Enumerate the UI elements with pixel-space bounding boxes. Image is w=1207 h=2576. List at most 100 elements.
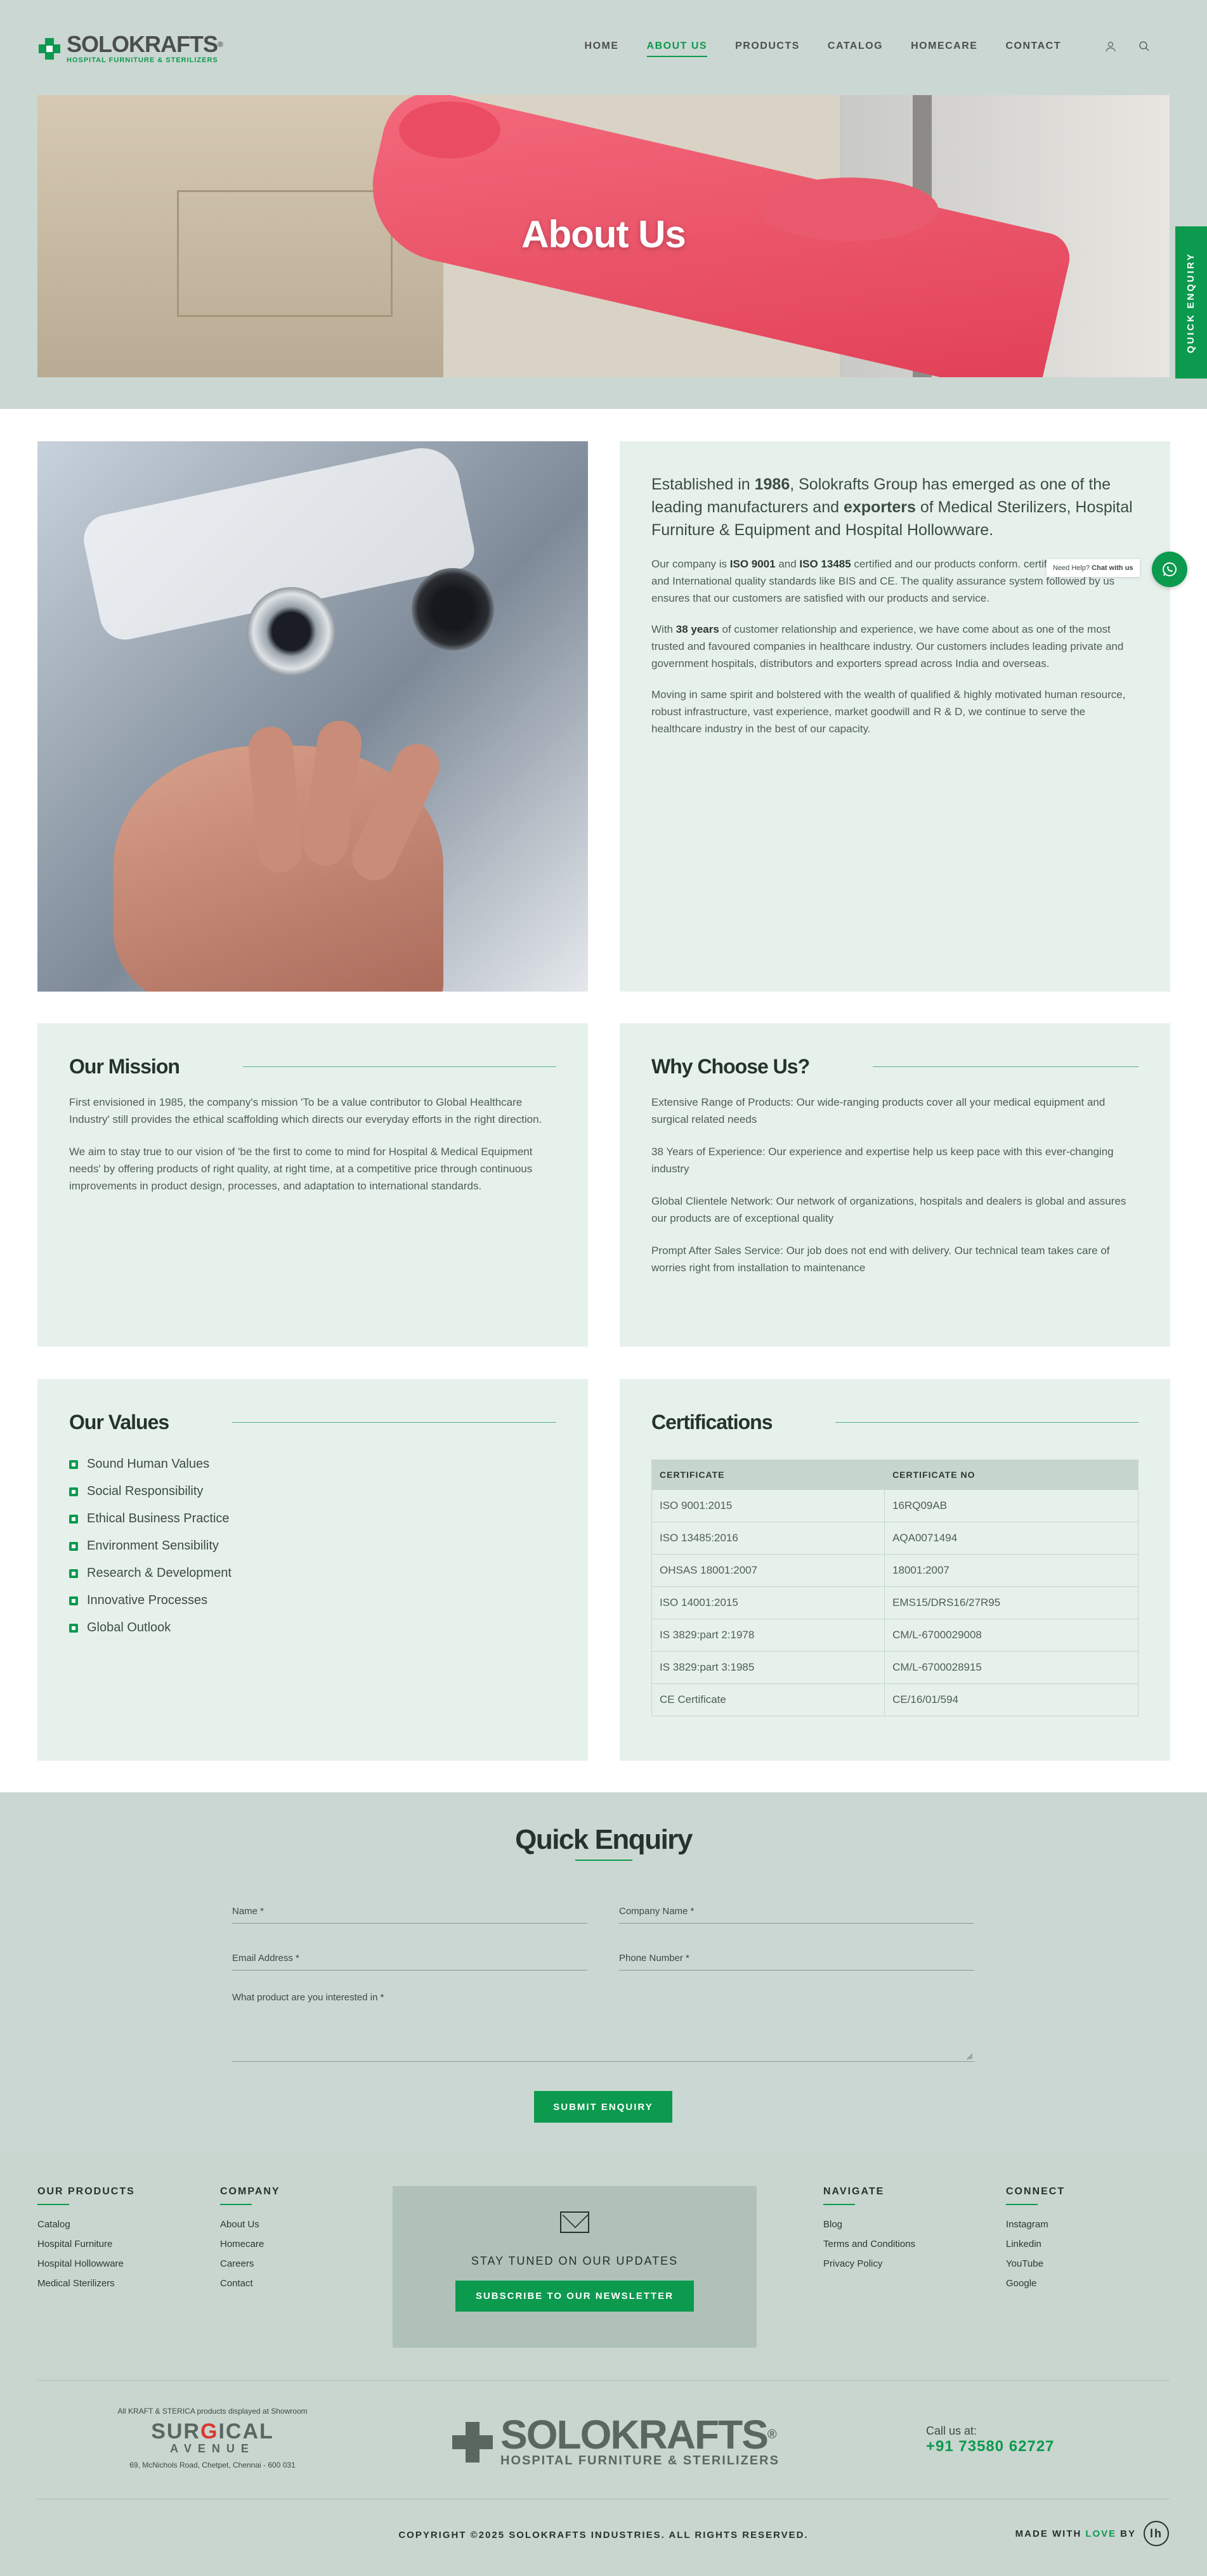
value-item: Global Outlook: [69, 1621, 556, 1635]
footer-company: COMPANY About Us Homecare Careers Contac…: [220, 2186, 280, 2289]
nav-contact[interactable]: CONTACT: [1005, 41, 1061, 57]
footer-link[interactable]: Instagram: [1006, 2219, 1065, 2230]
surgical-avenue-showroom: All KRAFT & STERICA products displayed a…: [111, 2407, 314, 2469]
table-row: IS 3829:part 2:1978 CM/L-6700029008: [651, 1619, 1138, 1652]
table-row: IS 3829:part 3:1985 CM/L-6700028915: [651, 1651, 1138, 1684]
resize-handle-icon[interactable]: [965, 2052, 973, 2060]
footer-brand-logo[interactable]: SOLOKRAFTS® HOSPITAL FURNITURE & STERILI…: [452, 2414, 780, 2468]
showroom-note: All KRAFT & STERICA products displayed a…: [117, 2407, 308, 2416]
mission-title: Our Mission: [69, 1055, 180, 1078]
certifications-title: Certifications: [651, 1411, 773, 1434]
quick-enquiry-tab[interactable]: QUICK ENQUIRY: [1175, 226, 1207, 379]
footer-link[interactable]: Privacy Policy: [823, 2258, 915, 2269]
values-list: Sound Human Values Social Responsibility…: [69, 1457, 556, 1635]
enquiry-title: Quick Enquiry: [0, 1824, 1207, 1861]
intro-paragraph-3: Moving in same spirit and bolstered with…: [651, 689, 1126, 735]
logo-cross-icon: [37, 37, 62, 61]
nav-homecare[interactable]: HOMECARE: [911, 41, 977, 57]
footer: OUR PRODUCTS Catalog Hospital Furniture …: [0, 2153, 1207, 2576]
name-field[interactable]: Name *: [232, 1906, 587, 1924]
mission-paragraph-2: We aim to stay true to our vision of 'be…: [69, 1146, 533, 1192]
about-image: [37, 441, 588, 992]
bullet-icon: [69, 1569, 78, 1578]
footer-link[interactable]: Catalog: [37, 2219, 135, 2230]
value-item: Environment Sensibility: [69, 1539, 556, 1553]
value-item: Sound Human Values: [69, 1457, 556, 1472]
mission-card: Our Mission First envisioned in 1985, th…: [37, 1023, 588, 1347]
site-logo[interactable]: SOLOKRAFTS® HOSPITAL FURNITURE & STERILI…: [37, 33, 223, 64]
footer-link[interactable]: Linkedin: [1006, 2239, 1065, 2249]
footer-link[interactable]: Careers: [220, 2258, 280, 2269]
footer-navigate: NAVIGATE Blog Terms and Conditions Priva…: [823, 2186, 916, 2269]
page-title: About Us: [521, 213, 686, 256]
nav-catalog[interactable]: CATALOG: [828, 41, 883, 57]
user-icon[interactable]: [1104, 39, 1118, 53]
footer-link[interactable]: Homecare: [220, 2239, 280, 2249]
whatsapp-label[interactable]: Need Help? Chat with us: [1047, 559, 1140, 577]
call-us: Call us at: +91 73580 62727: [926, 2424, 1055, 2455]
phone-field[interactable]: Phone Number *: [619, 1953, 974, 1971]
bullet-icon: [69, 1596, 78, 1605]
subscribe-newsletter-button[interactable]: SUBSCRIBE TO OUR NEWSLETTER: [455, 2281, 695, 2312]
bullet-icon: [69, 1487, 78, 1496]
table-row: ISO 9001:2015 16RQ09AB: [651, 1489, 1138, 1522]
values-card: Our Values Sound Human Values Social Res…: [37, 1379, 588, 1761]
agency-logo-icon[interactable]: lh: [1144, 2521, 1169, 2546]
value-item: Social Responsibility: [69, 1484, 556, 1499]
title-divider: [873, 1066, 1138, 1067]
newsletter-box: STAY TUNED ON OUR UPDATES SUBSCRIBE TO O…: [393, 2186, 757, 2348]
nav-about-us[interactable]: ABOUT US: [646, 41, 708, 57]
footer-link[interactable]: Terms and Conditions: [823, 2239, 915, 2249]
footer-link[interactable]: Hospital Hollowware: [37, 2258, 135, 2269]
table-row: ISO 13485:2016 AQA0071494: [651, 1522, 1138, 1555]
footer-link[interactable]: Google: [1006, 2278, 1065, 2289]
title-divider: [242, 1066, 556, 1067]
logo-reg: ®: [218, 40, 223, 49]
logo-name: SOLOKRAFTS: [67, 31, 218, 57]
footer-link[interactable]: Contact: [220, 2278, 280, 2289]
footer-connect: CONNECT Instagram Linkedin YouTube Googl…: [1006, 2186, 1066, 2289]
why-choose-card: Why Choose Us? Extensive Range of Produc…: [620, 1023, 1170, 1347]
phone-number-link[interactable]: +91 73580 62727: [926, 2438, 1055, 2455]
made-with-love: MADE WITH LOVE BY lh: [1015, 2521, 1169, 2546]
search-icon[interactable]: [1137, 39, 1151, 53]
product-interest-textarea[interactable]: What product are you interested in *: [232, 1992, 974, 2062]
email-field[interactable]: Email Address *: [232, 1953, 587, 1971]
bullet-icon: [69, 1514, 78, 1524]
intro-card: Established in 1986, Solokrafts Group ha…: [620, 441, 1170, 992]
showroom-logo[interactable]: SURGICAL: [111, 2421, 314, 2442]
why-item: Prompt After Sales Service: Our job does…: [651, 1245, 1110, 1274]
footer-link[interactable]: Blog: [823, 2219, 915, 2230]
whatsapp-icon[interactable]: [1152, 552, 1187, 587]
newsletter-title: STAY TUNED ON OUR UPDATES: [471, 2255, 679, 2267]
nav-products[interactable]: PRODUCTS: [735, 41, 800, 57]
footer-link[interactable]: Hospital Furniture: [37, 2239, 135, 2249]
table-row: OHSAS 18001:2007 18001:2007: [651, 1554, 1138, 1587]
intro-lead: Established in 1986, Solokrafts Group ha…: [651, 476, 1133, 539]
column-header: CERTIFICATE NO: [884, 1460, 1138, 1490]
why-title: Why Choose Us?: [651, 1055, 810, 1078]
value-item: Ethical Business Practice: [69, 1511, 556, 1526]
envelope-icon: [560, 2211, 589, 2233]
title-divider: [835, 1422, 1138, 1423]
mission-paragraph-1: First envisioned in 1985, the company's …: [69, 1096, 542, 1125]
hero-banner: About Us: [37, 95, 1170, 377]
certifications-card: Certifications CERTIFICATE CERTIFICATE N…: [620, 1379, 1170, 1761]
logo-tagline: HOSPITAL FURNITURE & STERILIZERS: [67, 56, 218, 64]
nav-home[interactable]: HOME: [585, 41, 619, 57]
why-item: Global Clientele Network: Our network of…: [651, 1195, 1126, 1224]
footer-link[interactable]: Medical Sterilizers: [37, 2278, 135, 2289]
bullet-icon: [69, 1541, 78, 1551]
column-header: CERTIFICATE: [651, 1460, 885, 1490]
title-divider: [232, 1422, 556, 1423]
header-section: SOLOKRAFTS® HOSPITAL FURNITURE & STERILI…: [0, 0, 1207, 409]
footer-link[interactable]: About Us: [220, 2219, 280, 2230]
why-item: 38 Years of Experience: Our experience a…: [651, 1146, 1114, 1175]
certifications-table: CERTIFICATE CERTIFICATE NO ISO 9001:2015…: [651, 1460, 1138, 1716]
bullet-icon: [69, 1623, 78, 1633]
value-item: Research & Development: [69, 1566, 556, 1581]
submit-enquiry-button[interactable]: SUBMIT ENQUIRY: [534, 2091, 672, 2123]
company-name-field[interactable]: Company Name *: [619, 1906, 974, 1924]
value-item: Innovative Processes: [69, 1593, 556, 1608]
footer-link[interactable]: YouTube: [1006, 2258, 1065, 2269]
